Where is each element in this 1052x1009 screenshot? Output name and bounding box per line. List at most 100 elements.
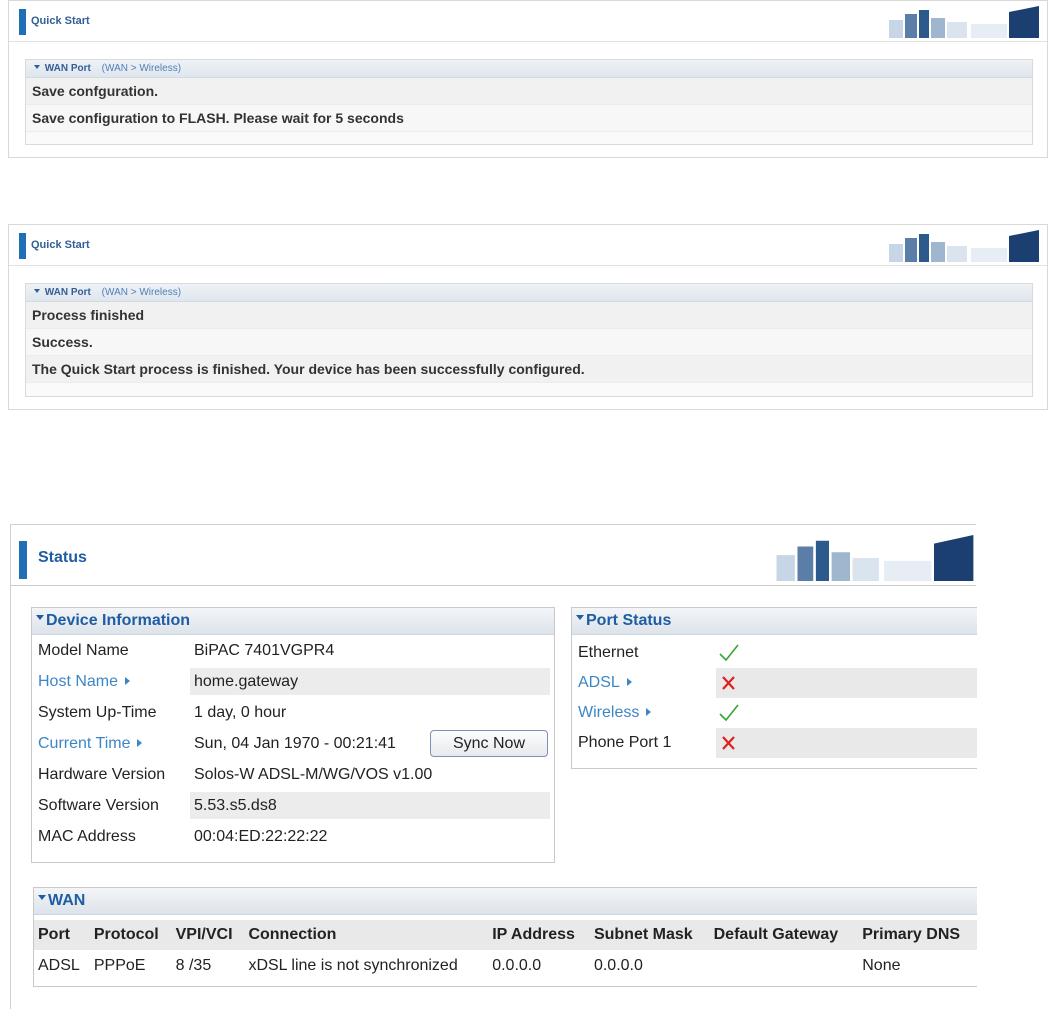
collapse-triangle-icon[interactable]: [34, 289, 40, 294]
current-time-link[interactable]: Current Time: [38, 728, 143, 759]
cross-icon: [722, 736, 735, 750]
quickstart-panel-1: Quick Start WAN Port (WAN > Wireless) Sa…: [8, 0, 1048, 158]
page-title: Status: [38, 549, 87, 566]
section-label: WAN Port: [44, 63, 91, 74]
port-name[interactable]: Wireless: [578, 704, 639, 721]
current-time-value: Sun, 04 Jan 1970 - 00:21:41: [190, 730, 396, 757]
arrow-right-icon[interactable]: [646, 707, 652, 716]
wireless-link[interactable]: Wireless: [578, 698, 652, 728]
arrow-right-icon[interactable]: [125, 676, 131, 685]
collapse-triangle-icon[interactable]: [38, 895, 46, 901]
page-title: Quick Start: [31, 239, 90, 251]
current-time-label[interactable]: Current Time: [38, 735, 130, 752]
message-row: Success.: [26, 329, 1032, 356]
table-cell: 8 /35: [175, 956, 212, 974]
port-status-box: Port Status Ethernet ADSL Wireless Phone…: [571, 607, 977, 769]
host-name-row: Host Name home.gateway: [32, 666, 554, 697]
check-icon: [719, 704, 739, 722]
message-row: Save configuration to FLASH. Please wait…: [26, 105, 1032, 132]
wan-port-section: WAN Port (WAN > Wireless) Save confgurat…: [25, 59, 1033, 145]
current-time-row: Current Time Sun, 04 Jan 1970 - 00:21:41…: [32, 728, 554, 759]
table-cell: 0.0.0.0: [593, 956, 643, 974]
port-row-adsl: ADSL: [572, 668, 977, 698]
port-name[interactable]: ADSL: [578, 674, 620, 691]
column-header: Port: [34, 920, 90, 950]
host-name-value: home.gateway: [190, 668, 550, 695]
arrow-right-icon[interactable]: [137, 738, 143, 747]
cross-icon: [722, 676, 735, 690]
box-heading: WAN: [48, 892, 86, 909]
hardware-version-row: Hardware Version Solos-W ADSL-M/WG/VOS v…: [32, 759, 554, 790]
check-icon: [719, 644, 739, 662]
section-path: (WAN > Wireless): [101, 287, 182, 298]
column-header: Protocol: [89, 920, 172, 950]
port-row-phone-port-1: Phone Port 1: [572, 728, 977, 758]
quickstart-header: Quick Start: [9, 225, 1047, 266]
column-header: Default Gateway: [709, 920, 859, 950]
arrow-right-icon[interactable]: [626, 677, 632, 686]
quickstart-header: Quick Start: [9, 1, 1047, 42]
quickstart-panel-2: Quick Start WAN Port (WAN > Wireless) Pr…: [8, 224, 1048, 410]
banner-image: [881, 230, 1041, 262]
hardware-version-label: Hardware Version: [38, 766, 166, 783]
status-panel: Status Device Information Model Name BiP…: [10, 524, 977, 1009]
collapse-triangle-icon[interactable]: [576, 615, 584, 621]
mac-address-label: MAC Address: [38, 828, 136, 845]
port-name: Ethernet: [578, 644, 639, 661]
port-name: Phone Port 1: [578, 734, 672, 751]
wan-box: WAN Port Protocol VPI/VCI Connection IP …: [33, 887, 977, 987]
adsl-link[interactable]: ADSL: [578, 668, 632, 698]
column-header: VPI/VCI: [171, 920, 245, 950]
column-header: Subnet Mask: [589, 920, 710, 950]
model-name-value: BiPAC 7401VGPR4: [194, 642, 335, 659]
column-header: Primary DNS: [858, 920, 977, 950]
banner-image: [881, 6, 1041, 38]
page-title: Quick Start: [31, 15, 90, 27]
table-cell: 0.0.0.0: [492, 956, 542, 974]
model-name-label: Model Name: [38, 642, 129, 659]
table-cell: PPPoE: [93, 956, 146, 974]
table-cell: None: [862, 956, 901, 974]
collapse-triangle-icon[interactable]: [34, 65, 40, 70]
box-header: Device Information: [32, 608, 554, 635]
sync-now-button[interactable]: Sync Now: [430, 730, 548, 757]
header-accent-bar: [19, 9, 26, 35]
uptime-value: 1 day, 0 hour: [194, 704, 287, 721]
banner-image: [766, 535, 976, 581]
software-version-value: 5.53.s5.ds8: [190, 792, 550, 819]
section-header: WAN Port (WAN > Wireless): [26, 284, 1032, 302]
software-version-label: Software Version: [38, 797, 159, 814]
device-information-box: Device Information Model Name BiPAC 7401…: [31, 607, 555, 863]
mac-address-row: MAC Address 00:04:ED:22:22:22: [32, 821, 554, 852]
collapse-triangle-icon[interactable]: [36, 615, 44, 621]
box-heading: Port Status: [586, 612, 672, 629]
table-cell: ADSL: [38, 956, 80, 974]
wan-table: Port Protocol VPI/VCI Connection IP Addr…: [34, 920, 977, 981]
table-cell: [710, 950, 859, 981]
uptime-label: System Up-Time: [38, 704, 157, 721]
section-header: WAN Port (WAN > Wireless): [26, 60, 1032, 78]
message-row: The Quick Start process is finished. You…: [26, 356, 1032, 383]
column-header: Connection: [244, 920, 489, 950]
box-header: Port Status: [572, 608, 977, 635]
model-name-row: Model Name BiPAC 7401VGPR4: [32, 635, 554, 666]
host-name-link[interactable]: Host Name: [38, 666, 131, 697]
box-header: WAN: [34, 888, 977, 915]
software-version-row: Software Version 5.53.s5.ds8: [32, 790, 554, 821]
message-row: Process finished: [26, 302, 1032, 329]
mac-address-value: 00:04:ED:22:22:22: [194, 828, 328, 845]
hardware-version-value: Solos-W ADSL-M/WG/VOS v1.00: [194, 766, 433, 783]
port-row-ethernet: Ethernet: [572, 638, 977, 668]
uptime-row: System Up-Time 1 day, 0 hour: [32, 697, 554, 728]
wan-port-section: WAN Port (WAN > Wireless) Process finish…: [25, 283, 1033, 397]
message-row: Save confguration.: [26, 78, 1032, 105]
section-label: WAN Port: [44, 287, 91, 298]
header-accent-bar: [19, 233, 26, 259]
section-path: (WAN > Wireless): [101, 63, 182, 74]
box-heading: Device Information: [46, 612, 191, 629]
port-row-wireless: Wireless: [572, 698, 977, 728]
table-cell: xDSL line is not synchronized: [248, 956, 458, 974]
table-header-row: Port Protocol VPI/VCI Connection IP Addr…: [34, 920, 977, 950]
host-name-label[interactable]: Host Name: [38, 673, 118, 690]
header-accent-bar: [19, 541, 27, 579]
